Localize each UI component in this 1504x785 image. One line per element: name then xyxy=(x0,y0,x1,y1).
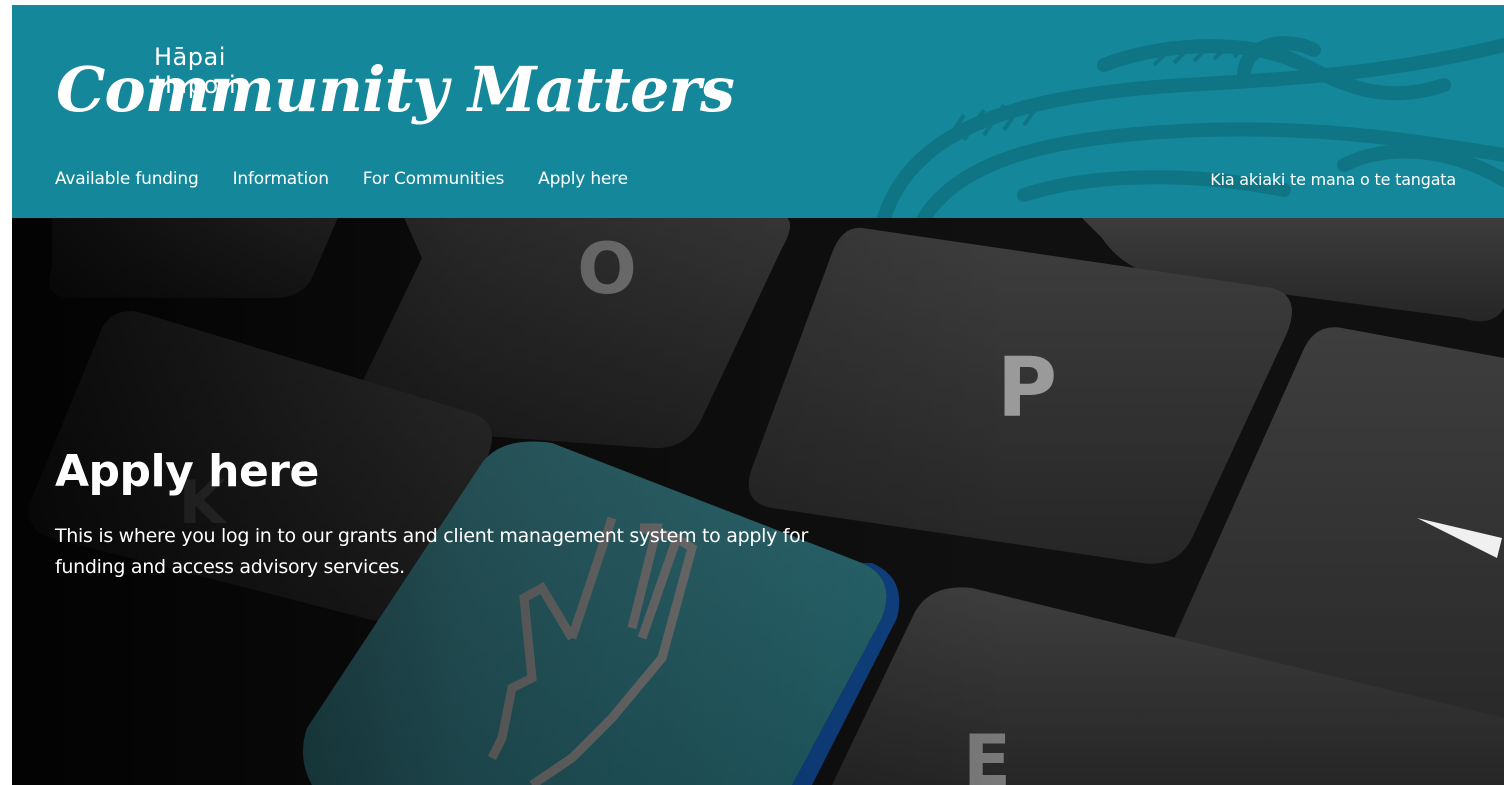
nav-item-information[interactable]: Information xyxy=(233,169,329,189)
site-header: Hāpai Hapori Community Matters Available… xyxy=(12,5,1504,218)
nav-item-available-funding[interactable]: Available funding xyxy=(55,169,199,189)
nav-item-apply-here[interactable]: Apply here xyxy=(538,169,628,189)
keyboard-background-image: O P K E xyxy=(12,218,1504,785)
tagline: Kia akiaki te mana o te tangata xyxy=(1210,170,1456,189)
main-nav: Available funding Information For Commun… xyxy=(55,169,628,189)
nav-item-for-communities[interactable]: For Communities xyxy=(363,169,505,189)
hero-description: This is where you log in to our grants a… xyxy=(55,525,808,578)
logo-title: Community Matters xyxy=(56,53,735,126)
hero-banner: O P K E xyxy=(12,218,1504,785)
hero-title: Apply here xyxy=(55,446,319,497)
page: Hāpai Hapori Community Matters Available… xyxy=(12,5,1504,785)
